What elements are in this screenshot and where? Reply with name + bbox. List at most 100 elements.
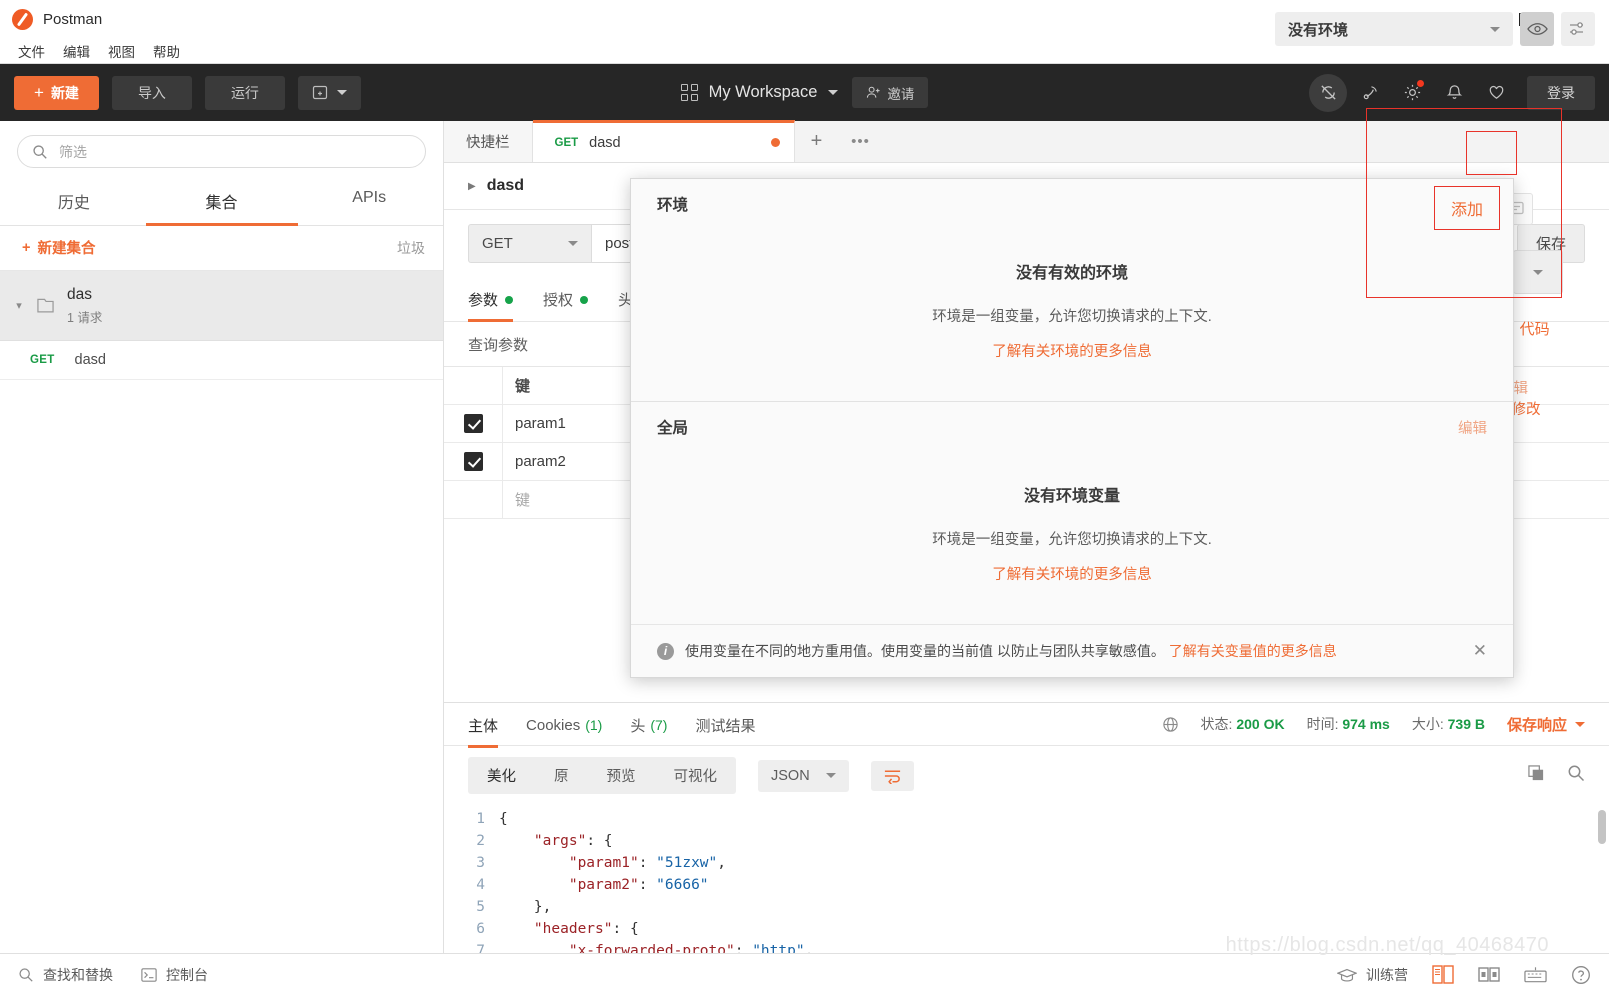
new-window-button[interactable] (297, 75, 361, 110)
row-checkbox-cell[interactable] (444, 414, 502, 433)
sidebar-request-dasd[interactable]: GET dasd (0, 341, 443, 381)
heart-icon[interactable] (1477, 74, 1515, 112)
workspace-selector[interactable]: My Workspace (680, 83, 839, 102)
menu-help[interactable]: 帮助 (145, 38, 188, 64)
annotation-label-add: 添加 (1434, 186, 1500, 230)
modal-close-icon[interactable]: ✕ (1473, 641, 1487, 661)
tab-method: GET (554, 136, 579, 149)
new-button[interactable]: + 新建 (14, 75, 99, 110)
line-number: 6 (476, 921, 485, 937)
global-learn-more-link[interactable]: 了解有关环境的更多信息 (992, 567, 1152, 583)
code-scrollbar[interactable] (1598, 810, 1606, 844)
environment-bar: 没有环境 (1275, 12, 1595, 46)
new-collection-button[interactable]: + 新建集合 (22, 237, 95, 258)
console-label: 控制台 (166, 966, 208, 983)
invite-button[interactable]: 邀请 (852, 77, 929, 108)
line-number: 3 (476, 855, 485, 871)
cookies-dropdown[interactable] (1513, 250, 1563, 294)
tab-request-dasd[interactable]: GET dasd (532, 120, 795, 162)
environment-quick-look-button[interactable] (1520, 12, 1554, 46)
menu-edit[interactable]: 编辑 (55, 38, 98, 64)
chevron-down-icon (828, 90, 839, 95)
trash-link[interactable]: 垃圾 (397, 238, 425, 258)
global-edit-link[interactable]: 编辑 (1458, 417, 1487, 438)
menu-file[interactable]: 文件 (10, 38, 53, 64)
two-pane-layout-icon[interactable] (1432, 965, 1454, 984)
tab-more-button[interactable]: ••• (839, 121, 883, 162)
environment-learn-more-link[interactable]: 了解有关环境的更多信息 (992, 344, 1152, 360)
environment-settings-button[interactable] (1561, 12, 1595, 46)
sidebar-tab-apis[interactable]: APIs (295, 176, 443, 225)
format-visualize[interactable]: 可视化 (655, 757, 737, 794)
response-tab-cookies-label: Cookies (526, 716, 581, 734)
response-tab-tests[interactable]: 测试结果 (695, 703, 755, 747)
wrap-lines-button[interactable] (870, 760, 914, 791)
footer-learn-more-link[interactable]: 了解有关变量值的更多信息 (1169, 643, 1337, 659)
find-replace-button[interactable]: 查找和替换 (18, 965, 113, 985)
save-response-button[interactable]: 保存响应 (1507, 714, 1585, 735)
bootcamp-button[interactable]: 训练营 (1337, 965, 1408, 985)
grid-icon (680, 84, 698, 101)
format-raw[interactable]: 原 (535, 757, 588, 794)
save-response-label: 保存响应 (1506, 716, 1567, 734)
keyboard-shortcuts-icon[interactable] (1524, 966, 1547, 983)
row-checkbox-cell[interactable] (444, 452, 502, 471)
code-link[interactable]: 代码 (1520, 321, 1550, 338)
modal-global-header: 全局 编辑 (631, 402, 1513, 448)
response-tab-body[interactable]: 主体 (468, 703, 499, 748)
content-type-select[interactable]: JSON (758, 759, 849, 792)
new-collection-label: 新建集合 (37, 241, 96, 257)
single-pane-layout-icon[interactable] (1478, 965, 1500, 984)
bell-icon[interactable] (1435, 74, 1473, 112)
signin-button[interactable]: 登录 (1527, 75, 1595, 110)
filter-input[interactable] (59, 143, 411, 160)
format-preview[interactable]: 预览 (588, 757, 655, 794)
checkbox-checked-icon[interactable] (463, 452, 483, 471)
tab-shortcut[interactable]: 快捷栏 (444, 121, 533, 162)
plus-icon: + (22, 239, 31, 256)
search-icon[interactable] (1567, 764, 1585, 787)
tab-params[interactable]: 参数 (468, 276, 514, 322)
postman-logo-icon (12, 8, 33, 30)
invite-label: 邀请 (887, 86, 915, 102)
checkbox-checked-icon[interactable] (463, 414, 483, 433)
response-tab-cookies[interactable]: Cookies (1) (526, 703, 602, 747)
filter-box[interactable] (17, 135, 426, 168)
modal-environment-header: 环境 (631, 179, 1513, 225)
size-value: 739 B (1447, 716, 1485, 732)
environment-value: 没有环境 (1288, 21, 1349, 39)
notification-dot (1417, 79, 1424, 87)
gear-icon[interactable] (1393, 74, 1431, 112)
footer-text-main: 使用变量在不同的地方重用值。使用变量的当前值 以防止与团队共享敏感值。 (685, 643, 1165, 659)
chevron-down-icon (568, 241, 578, 246)
runner-button[interactable]: 运行 (204, 75, 285, 110)
copy-icon[interactable] (1528, 764, 1545, 787)
workspace-name: My Workspace (708, 83, 818, 101)
console-icon (141, 967, 157, 983)
console-button[interactable]: 控制台 (141, 965, 208, 985)
code-line: 3 "param1": "51zxw", (444, 852, 1609, 874)
line-text: "param1": "51zxw", (568, 855, 726, 871)
code-line: 4 "param2": "6666" (444, 874, 1609, 896)
method-select[interactable]: GET (468, 224, 592, 263)
chevron-down-icon[interactable]: ▾ (14, 299, 24, 312)
sync-off-icon[interactable] (1309, 73, 1347, 112)
query-params-title: 查询参数 (468, 337, 529, 354)
menu-view[interactable]: 视图 (100, 38, 143, 64)
collection-item-das[interactable]: ▾ das 1 请求 (0, 271, 443, 342)
environment-quick-look-modal: 环境 没有有效的环境 环境是一组变量，允许您切换请求的上下文. 了解有关环境的更… (630, 178, 1514, 678)
add-tab-button[interactable]: + (795, 121, 839, 162)
help-icon[interactable] (1571, 965, 1591, 985)
sidebar-tab-collections[interactable]: 集合 (148, 176, 296, 225)
sidebar-tab-history[interactable]: 历史 (0, 176, 148, 225)
chevron-down-icon (1490, 26, 1500, 32)
chevron-right-icon[interactable]: ▶ (468, 181, 476, 192)
environment-select[interactable]: 没有环境 (1275, 12, 1513, 46)
tab-authorization[interactable]: 授权 (543, 276, 589, 321)
format-pretty[interactable]: 美化 (468, 757, 535, 794)
new-button-label: 新建 (50, 84, 79, 101)
content-type-value: JSON (771, 767, 810, 784)
satellite-icon[interactable] (1351, 74, 1389, 112)
import-button[interactable]: 导入 (111, 75, 192, 110)
response-tab-headers[interactable]: 头 (7) (630, 703, 667, 747)
